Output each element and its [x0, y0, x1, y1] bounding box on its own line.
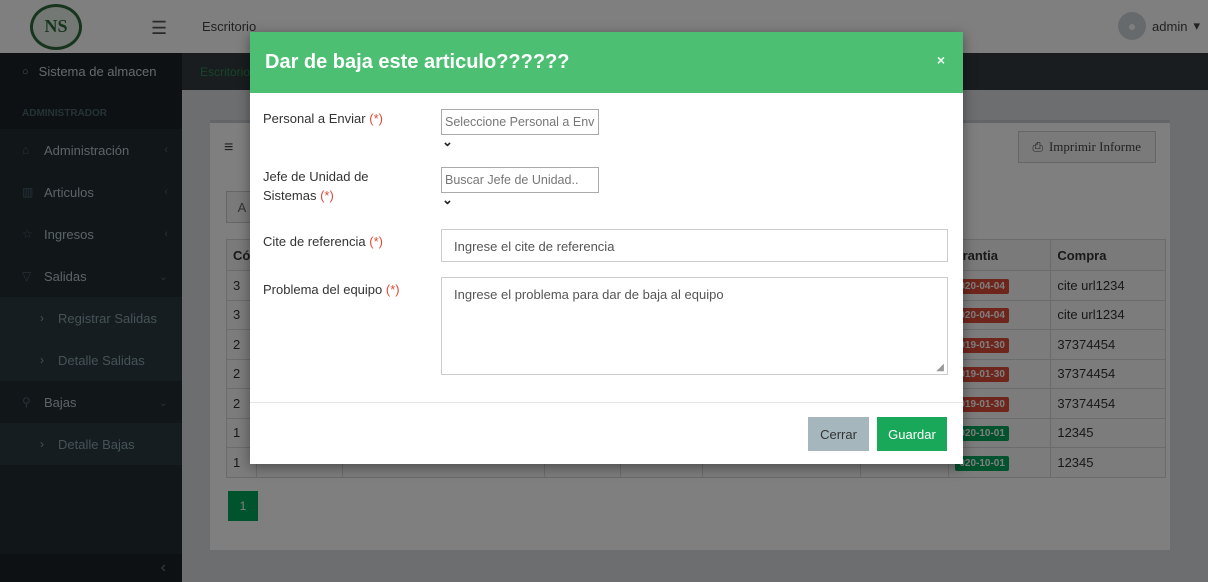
personal-select[interactable]: Seleccione Personal a Env [441, 109, 599, 135]
modal-title: Dar de baja este articulo?????? [265, 51, 570, 73]
jefe-label: Jefe de Unidad de Sistemas (*) [263, 167, 428, 205]
problema-label-text: Problema del equipo [263, 282, 383, 297]
jefe-select[interactable]: Buscar Jefe de Unidad.. [441, 167, 599, 193]
required-mark: (*) [385, 282, 400, 297]
problema-label: Problema del equipo (*) [263, 280, 428, 299]
jefe-label-line1: Jefe de Unidad de [263, 169, 369, 184]
resize-handle-icon[interactable]: ◢ [936, 362, 944, 373]
close-button[interactable]: Cerrar [808, 417, 869, 451]
chevron-down-icon[interactable]: ⌄ [442, 134, 453, 150]
jefe-label-line2: Sistemas [263, 188, 317, 203]
required-mark: (*) [369, 234, 383, 249]
save-button[interactable]: Guardar [877, 417, 947, 451]
modal-header: Dar de baja este articulo?????? × [250, 32, 963, 93]
deactivate-item-modal: Dar de baja este articulo?????? × Person… [250, 32, 963, 464]
cite-label: Cite de referencia (*) [263, 232, 428, 251]
personal-label: Personal a Enviar (*) [263, 109, 428, 128]
close-icon[interactable]: × [937, 52, 945, 68]
modal-footer: Cerrar Guardar [250, 403, 963, 464]
cite-label-text: Cite de referencia [263, 234, 366, 249]
cite-input[interactable]: Ingrese el cite de referencia [441, 229, 948, 262]
required-mark: (*) [369, 111, 383, 126]
required-mark: (*) [320, 188, 334, 203]
chevron-down-icon[interactable]: ⌄ [442, 192, 453, 208]
modal-body: Personal a Enviar (*) Seleccione Persona… [250, 93, 963, 403]
problema-textarea[interactable]: Ingrese el problema para dar de baja al … [441, 277, 948, 375]
problema-placeholder: Ingrese el problema para dar de baja al … [454, 287, 724, 302]
personal-label-text: Personal a Enviar [263, 111, 366, 126]
